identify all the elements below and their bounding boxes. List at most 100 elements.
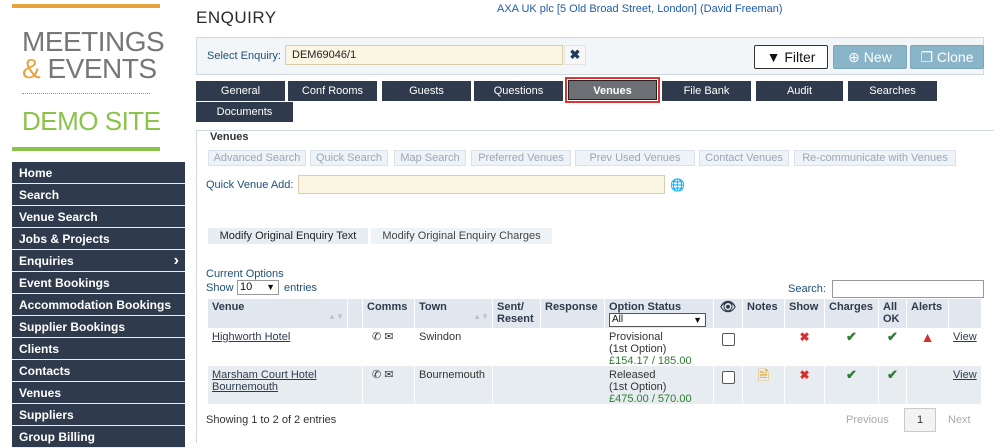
option-status-filter[interactable]: All ▼ — [609, 313, 706, 327]
sort-icon: ▲▼ — [328, 312, 344, 321]
filter-icon: ▼ — [766, 49, 781, 65]
enquiry-input[interactable]: DEM69046/1 — [285, 45, 563, 65]
check-icon: ✔ — [846, 329, 857, 344]
filter-button-label: Filter — [784, 49, 816, 65]
logo-top-bar — [12, 4, 160, 8]
col-venue-label: Venue — [212, 301, 245, 313]
page-size-value: 10 — [240, 281, 253, 293]
tab-questions[interactable]: Questions — [474, 81, 563, 101]
note-icon[interactable]: 🗎 — [758, 367, 769, 383]
col-venue[interactable]: Venue ▲▼ — [208, 299, 348, 328]
sidebar-item-supplier-bookings[interactable]: Supplier Bookings — [12, 316, 185, 338]
contact-venues-button[interactable]: Contact Venues — [699, 150, 789, 166]
venue-cell: Highworth Hotel — [208, 328, 363, 366]
col-sent-label: Sent/ Resent — [497, 301, 534, 325]
tab-general[interactable]: General — [196, 81, 285, 101]
map-search-button[interactable]: Map Search — [394, 150, 466, 166]
col-notes: Notes — [743, 299, 785, 328]
sidebar-item-accommodation-bookings[interactable]: Accommodation Bookings — [12, 294, 185, 316]
tab-conf-rooms[interactable]: Conf Rooms — [288, 81, 377, 101]
globe-icon[interactable]: 🌐 — [670, 178, 685, 192]
page-size-select[interactable]: 10 ▼ — [237, 280, 279, 295]
chevron-down-icon: ▼ — [693, 315, 702, 325]
sidebar-item-home[interactable]: Home — [12, 162, 185, 184]
quick-venue-add-label: Quick Venue Add: — [206, 179, 294, 191]
select-enquiry-label: Select Enquiry: — [207, 50, 281, 62]
town-cell: Swindon — [415, 328, 493, 366]
sidebar-item-event-bookings[interactable]: Event Bookings — [12, 272, 185, 294]
search-label: Search: — [788, 283, 826, 295]
quick-search-button[interactable]: Quick Search — [310, 150, 388, 166]
venue-link[interactable]: Highworth Hotel — [212, 331, 290, 343]
charges-cell: ✔ — [825, 366, 879, 404]
row-checkbox[interactable] — [721, 333, 735, 346]
col-comms-label: Comms — [367, 301, 408, 313]
view-link[interactable]: View — [953, 331, 977, 343]
town-cell: Bournemouth — [415, 366, 493, 404]
select-cell — [714, 328, 743, 366]
client-link[interactable]: AXA UK plc [5 Old Broad Street, London] … — [497, 3, 783, 15]
table-search-input[interactable] — [832, 280, 984, 298]
sidebar-item-group-billing[interactable]: Group Billing — [12, 426, 185, 448]
col-charges: Charges — [825, 299, 879, 328]
sidebar-item-clients[interactable]: Clients — [12, 338, 185, 360]
logo-divider — [22, 93, 150, 94]
row-checkbox[interactable] — [721, 371, 735, 384]
modify-enquiry-text-button[interactable]: Modify Original Enquiry Text — [208, 228, 368, 244]
view-link[interactable]: View — [953, 369, 977, 381]
sidebar-item-contacts[interactable]: Contacts — [12, 360, 185, 382]
option-status-cell: Released (1st Option) £475.00 / 570.00 — [605, 366, 714, 405]
clone-button[interactable]: ❐ Clone — [910, 45, 984, 69]
sidebar-item-enquiries[interactable]: Enquiries › — [12, 250, 185, 272]
col-response-label: Response — [545, 301, 598, 313]
previous-page-button[interactable]: Previous — [846, 414, 889, 426]
mail-icon[interactable]: ✉ — [384, 331, 393, 343]
col-show-label: Show — [789, 301, 819, 313]
quick-venue-add-input[interactable] — [298, 175, 665, 194]
mail-icon[interactable]: ✉ — [384, 369, 393, 381]
logo-line1: MEETINGS — [22, 26, 165, 57]
next-page-button[interactable]: Next — [948, 414, 971, 426]
col-show: Show — [785, 299, 825, 328]
filter-button[interactable]: ▼ Filter — [754, 45, 828, 69]
preferred-venues-button[interactable]: Preferred Venues — [471, 150, 571, 166]
sidebar-item-search[interactable]: Search — [12, 184, 185, 206]
plus-circle-icon: ⊕ — [848, 49, 860, 65]
modify-enquiry-charges-button[interactable]: Modify Original Enquiry Charges — [371, 228, 552, 244]
venue-link[interactable]: Marsham Court Hotel Bournemouth — [212, 369, 317, 393]
enquiry-select-bar: Select Enquiry: DEM69046/1 ✖ ▼ Filter ⊕ … — [196, 37, 984, 75]
status-text: Provisional — [609, 331, 663, 343]
sort-icon: ▲▼ — [473, 312, 489, 321]
tab-audit[interactable]: Audit — [756, 81, 843, 101]
option-text: (1st Option) — [609, 343, 667, 355]
prev-used-venues-button[interactable]: Prev Used Venues — [575, 150, 695, 166]
col-sent[interactable]: Sent/ Resent — [493, 299, 541, 328]
tab-documents[interactable]: Documents — [196, 102, 293, 122]
sidebar-item-suppliers[interactable]: Suppliers — [12, 404, 185, 426]
sidebar-item-venue-search[interactable]: Venue Search — [12, 206, 185, 228]
new-button[interactable]: ⊕ New — [833, 45, 907, 69]
tab-file-bank[interactable]: File Bank — [662, 81, 751, 101]
clear-icon[interactable]: ✖ — [564, 45, 586, 65]
phone-icon[interactable]: ✆ — [372, 369, 381, 381]
recommunicate-venues-button[interactable]: Re-communicate with Venues — [794, 150, 956, 166]
col-allok-label: All OK — [883, 301, 900, 325]
sidebar-item-jobs-projects[interactable]: Jobs & Projects — [12, 228, 185, 250]
col-response[interactable]: Response — [541, 299, 605, 328]
tab-searches[interactable]: Searches — [848, 81, 937, 101]
option-status-filter-value: All — [612, 314, 624, 325]
tab-venues[interactable]: Venues — [565, 77, 660, 103]
cross-icon[interactable]: ✖ — [799, 368, 809, 382]
view-cell: View — [949, 366, 982, 404]
col-town[interactable]: Town ▲▼ — [415, 299, 493, 328]
show-cell: ✖ — [785, 328, 825, 366]
phone-icon[interactable]: ✆ — [372, 331, 381, 343]
cross-icon[interactable]: ✖ — [799, 330, 809, 344]
tab-guests[interactable]: Guests — [382, 81, 471, 101]
sidebar-item-venues[interactable]: Venues — [12, 382, 185, 404]
current-page-button[interactable]: 1 — [904, 408, 936, 432]
option-status-cell: Provisional (1st Option) £154.17 / 185.0… — [605, 328, 714, 367]
chevron-down-icon: ▼ — [266, 282, 275, 292]
advanced-search-button[interactable]: Advanced Search — [208, 150, 306, 166]
warning-icon[interactable]: ▲ — [921, 329, 935, 345]
